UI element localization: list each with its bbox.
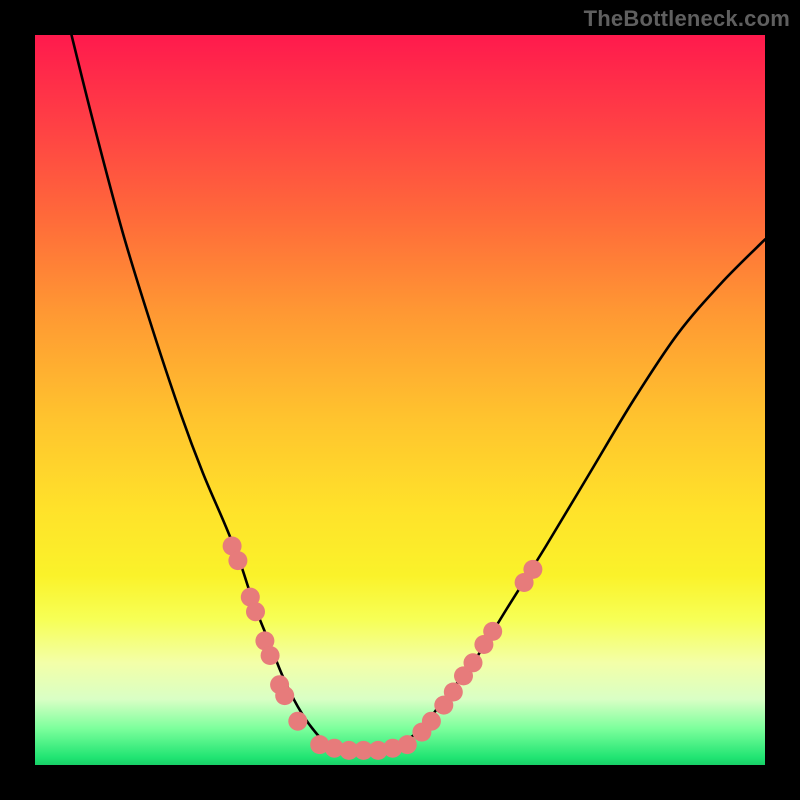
plot-area [35, 35, 765, 765]
curve-marker [228, 551, 247, 570]
curve-marker [523, 560, 542, 579]
curve-marker [288, 712, 307, 731]
curve-marker [483, 622, 502, 641]
watermark-text: TheBottleneck.com [584, 6, 790, 32]
marker-group [223, 537, 543, 760]
curve-marker [398, 735, 417, 754]
curve-marker [464, 653, 483, 672]
curve-marker [275, 686, 294, 705]
curve-marker [444, 683, 463, 702]
curve-marker [422, 712, 441, 731]
curve-marker [246, 602, 265, 621]
chart-svg [35, 35, 765, 765]
outer-frame: TheBottleneck.com [0, 0, 800, 800]
bottleneck-curve [72, 35, 766, 751]
curve-marker [261, 646, 280, 665]
